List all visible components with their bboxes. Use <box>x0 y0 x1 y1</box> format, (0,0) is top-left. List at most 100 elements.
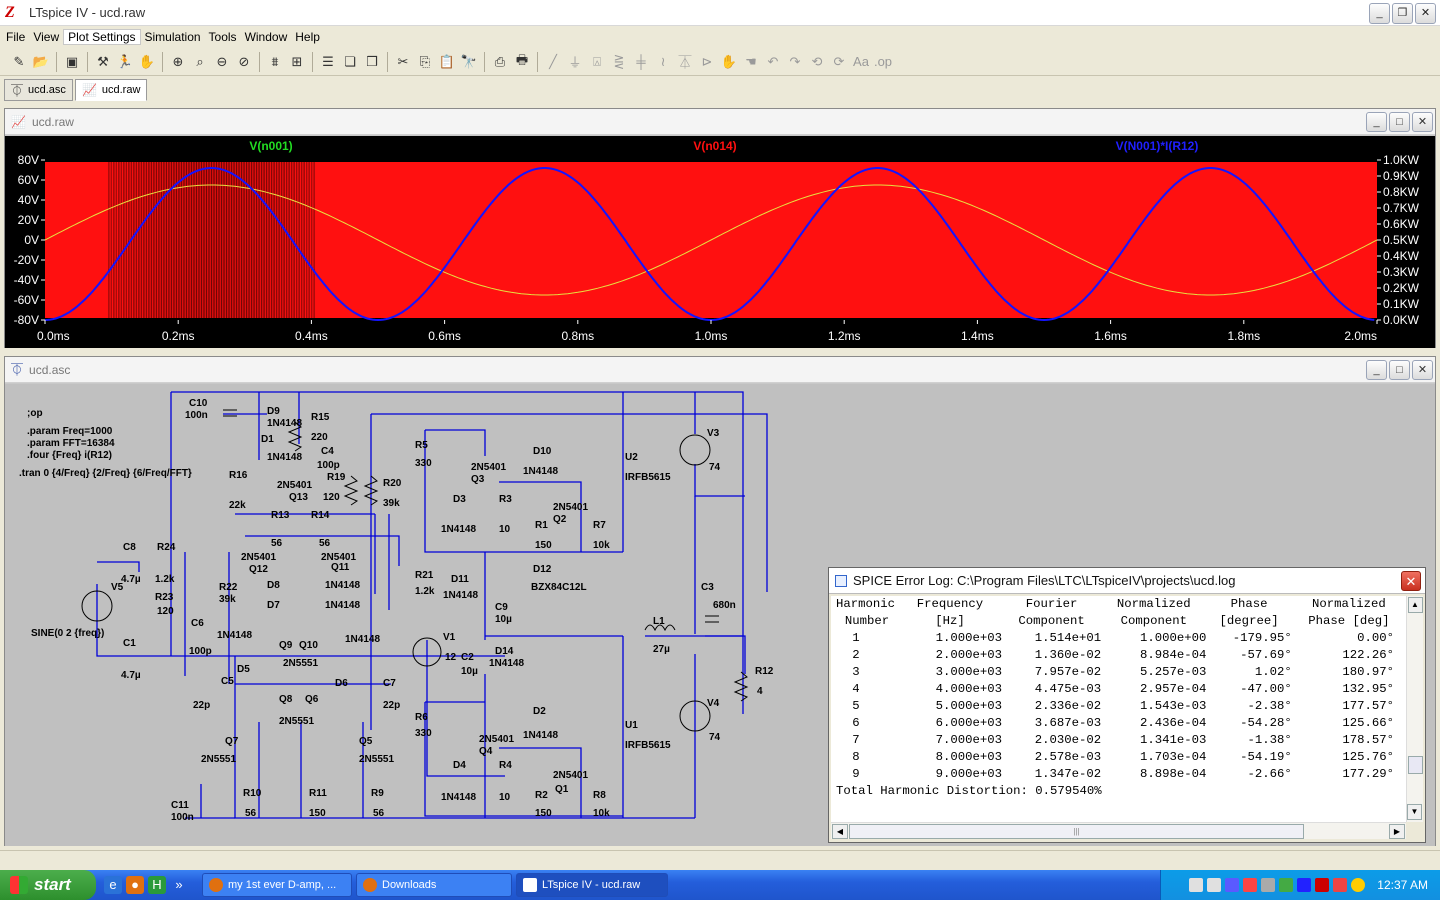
menu-view[interactable]: View <box>29 30 63 44</box>
menu-simulation[interactable]: Simulation <box>141 30 205 44</box>
text-icon[interactable]: Aa <box>850 51 872 73</box>
spice-directive[interactable]: ;op <box>27 408 43 419</box>
save-icon[interactable]: ▣ <box>61 51 83 73</box>
find-icon[interactable]: 🔭 <box>458 51 480 73</box>
undo-icon[interactable]: ↶ <box>762 51 784 73</box>
plot-window-titlebar[interactable]: 📈 ucd.raw _ □ ✕ <box>5 109 1435 135</box>
scroll-down-icon[interactable]: ▼ <box>1407 804 1422 820</box>
move-icon[interactable]: ✋ <box>718 51 740 73</box>
task-firefox-damp[interactable]: my 1st ever D-amp, ... <box>202 873 352 897</box>
halt-icon[interactable]: ✋ <box>136 51 158 73</box>
cut-icon[interactable]: ✂ <box>392 51 414 73</box>
log-titlebar[interactable]: SPICE Error Log: C:\Program Files\LTC\LT… <box>829 568 1425 594</box>
menu-tools[interactable]: Tools <box>205 30 241 44</box>
app-icon[interactable]: H <box>148 876 166 894</box>
control-panel-icon[interactable]: ⚒ <box>92 51 114 73</box>
tile-vertical-icon[interactable]: ❒ <box>361 51 383 73</box>
plot-maximize-button[interactable]: □ <box>1389 112 1410 132</box>
spice-directive[interactable]: .four {Freq} i(R12) <box>27 450 112 461</box>
tray-volume-icon[interactable] <box>1261 878 1276 892</box>
restore-button[interactable]: ❐ <box>1392 3 1413 24</box>
log-vertical-scrollbar[interactable]: ▲ ▼ <box>1406 596 1423 822</box>
plot-area[interactable]: 80V 60V 40V 20V 0V -20V -40V -60V -80V 1.0KW 0.9K… <box>5 136 1435 348</box>
tray-smiley-icon[interactable] <box>1351 878 1366 892</box>
clock[interactable]: 12:37 AM <box>1377 878 1428 892</box>
start-button[interactable]: start <box>0 870 96 900</box>
tab-ucd-raw[interactable]: 📈 ucd.raw <box>74 79 148 101</box>
grid-icon[interactable]: ⊞ <box>286 51 308 73</box>
autorange-icon[interactable]: ⩩ <box>264 51 286 73</box>
schematic-window-titlebar[interactable]: ⏁ ucd.asc _ □ ✕ <box>5 357 1435 383</box>
tab-ucd-asc[interactable]: ⏁ ucd.asc <box>4 79 73 101</box>
log-text-area[interactable]: Harmonic Frequency Fourier Normalized Ph… <box>831 596 1406 822</box>
component-label-q5: Q5 <box>359 736 373 747</box>
resistor-icon[interactable]: ⋛ <box>608 51 630 73</box>
schematic-minimize-button[interactable]: _ <box>1366 360 1387 380</box>
tray-ati-icon[interactable] <box>1315 878 1330 892</box>
log-horizontal-scrollbar[interactable]: ◀ ||| ▶ <box>831 822 1406 839</box>
wire-icon[interactable]: ╱ <box>542 51 564 73</box>
copy-icon[interactable]: ⎘ <box>414 51 436 73</box>
scroll-thumb[interactable] <box>1408 756 1423 774</box>
zoom-out-icon[interactable]: ⊖ <box>211 51 233 73</box>
ie-icon[interactable]: e <box>104 876 122 894</box>
tray-media-icon[interactable] <box>1297 878 1312 892</box>
print-icon[interactable]: 🖶 <box>511 51 533 73</box>
task-ltspice[interactable]: LTspice IV - ucd.raw <box>516 873 668 897</box>
plot-close-button[interactable]: ✕ <box>1412 112 1433 132</box>
cascade-icon[interactable]: ❏ <box>339 51 361 73</box>
print-setup-icon[interactable]: ⎙ <box>489 51 511 73</box>
run-icon[interactable]: 🏃 <box>114 51 136 73</box>
menu-help[interactable]: Help <box>291 30 324 44</box>
menu-window[interactable]: Window <box>241 30 292 44</box>
new-schematic-icon[interactable]: ✎ <box>8 51 30 73</box>
tray-network-icon[interactable] <box>1207 878 1222 892</box>
tile-horizontal-icon[interactable]: ☰ <box>317 51 339 73</box>
tray-app-icon[interactable] <box>1279 878 1294 892</box>
component-icon[interactable]: ⊳ <box>696 51 718 73</box>
scroll-left-icon[interactable]: ◀ <box>832 824 848 839</box>
plot-minimize-button[interactable]: _ <box>1366 112 1387 132</box>
legend-power[interactable]: V(N001)*I(R12) <box>1116 139 1199 153</box>
ground-icon[interactable]: ⏚ <box>564 51 586 73</box>
label-net-icon[interactable]: ⍓ <box>586 51 608 73</box>
spice-directive[interactable]: .param Freq=1000 <box>27 426 113 437</box>
schematic-close-button[interactable]: ✕ <box>1412 360 1433 380</box>
task-downloads[interactable]: Downloads <box>356 873 512 897</box>
inductor-icon[interactable]: ≀ <box>652 51 674 73</box>
spice-directive[interactable]: .param FFT=16384 <box>27 438 115 449</box>
log-close-button[interactable]: ✕ <box>1401 571 1421 591</box>
tray-tool-icon[interactable] <box>1189 878 1204 892</box>
paste-icon[interactable]: 📋 <box>436 51 458 73</box>
menu-file[interactable]: File <box>2 30 29 44</box>
close-button[interactable]: ✕ <box>1415 3 1436 24</box>
tray-antivirus-icon[interactable] <box>1243 878 1258 892</box>
scroll-right-icon[interactable]: ▶ <box>1389 824 1405 839</box>
minimize-button[interactable]: _ <box>1369 3 1390 24</box>
scroll-up-icon[interactable]: ▲ <box>1407 597 1423 613</box>
tray-monitor-icon[interactable] <box>1225 878 1240 892</box>
tray-shield-icon[interactable] <box>1333 878 1348 892</box>
drag-icon[interactable]: ☚ <box>740 51 762 73</box>
capacitor-icon[interactable]: ╪ <box>630 51 652 73</box>
redo-icon[interactable]: ↷ <box>784 51 806 73</box>
zoom-fit-icon[interactable]: ⊘ <box>233 51 255 73</box>
zoom-pan-icon[interactable]: ⌕ <box>189 51 211 73</box>
legend-v-n014[interactable]: V(n014) <box>693 139 736 153</box>
ltspice-app-icon[interactable]: Ζ <box>5 4 23 22</box>
diode-icon[interactable]: ⏄ <box>674 51 696 73</box>
legend-v-n001[interactable]: V(n001) <box>249 139 292 153</box>
hscroll-thumb[interactable]: ||| <box>849 824 1304 839</box>
firefox-icon[interactable]: ● <box>126 876 144 894</box>
waveform-plot[interactable]: 80V 60V 40V 20V 0V -20V -40V -60V -80V 1.0KW 0.9K… <box>5 136 1435 348</box>
chevron-icon[interactable]: » <box>170 876 188 894</box>
spice-directive[interactable]: .tran 0 {4/Freq} {2/Freq} {6/Freq/FFT} <box>19 468 192 479</box>
spice-directive-icon[interactable]: .op <box>872 51 894 73</box>
schematic-maximize-button[interactable]: □ <box>1389 360 1410 380</box>
open-folder-icon[interactable]: 📂 <box>30 51 52 73</box>
mirror-icon[interactable]: ⟳ <box>828 51 850 73</box>
zoom-in-icon[interactable]: ⊕ <box>167 51 189 73</box>
spice-directives[interactable]: ;op .param Freq=1000.param FFT=16384.four… <box>19 408 192 479</box>
menu-plot-settings[interactable]: Plot Settings <box>63 29 141 45</box>
rotate-icon[interactable]: ⟲ <box>806 51 828 73</box>
